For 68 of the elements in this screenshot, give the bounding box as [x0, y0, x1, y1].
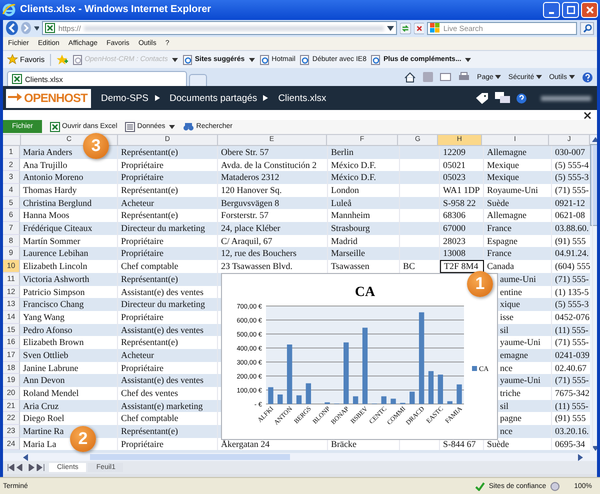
bar — [344, 342, 349, 404]
bar — [410, 392, 415, 404]
caret-icon — [169, 124, 176, 129]
bar — [447, 401, 452, 404]
caret-icon[interactable] — [465, 58, 472, 62]
web-page-icon — [371, 54, 382, 65]
bar — [428, 371, 434, 404]
maximize-button[interactable] — [562, 2, 579, 18]
bar — [286, 344, 292, 404]
horizontal-scrollbar[interactable] — [3, 453, 597, 462]
breadcrumb-link[interactable]: Documents partagés — [170, 92, 258, 104]
refresh-icon[interactable] — [400, 22, 411, 35]
tag-icon[interactable] — [475, 92, 489, 104]
close-icon — [586, 6, 594, 14]
home-icon[interactable] — [404, 72, 416, 83]
breadcrumb-link[interactable]: Clients.xlsx — [278, 92, 326, 104]
caret-icon[interactable] — [248, 58, 255, 62]
windows-logo-icon — [430, 23, 440, 34]
chat-icon[interactable] — [495, 92, 510, 104]
bar — [352, 396, 358, 404]
bar — [278, 394, 283, 404]
chart-title: CA — [354, 284, 376, 300]
maximize-icon — [566, 6, 574, 14]
web-page-icon — [260, 54, 270, 65]
excel-file-icon — [45, 23, 56, 34]
star-icon — [7, 54, 18, 66]
stop-icon[interactable] — [414, 22, 424, 35]
new-tab-button[interactable] — [189, 74, 207, 86]
caret-icon — [569, 75, 575, 80]
minimize-button[interactable] — [543, 2, 560, 18]
arrow-icon — [8, 93, 22, 104]
chevron-icon — [154, 95, 160, 102]
close-button[interactable] — [581, 2, 598, 18]
chevron-icon — [263, 95, 268, 102]
bar — [296, 395, 302, 404]
web-page-icon — [182, 54, 193, 65]
web-page-icon — [72, 54, 83, 65]
close-icon[interactable] — [584, 112, 591, 119]
search-button[interactable] — [580, 22, 594, 35]
caret-icon — [495, 75, 502, 80]
add-favorite-icon[interactable] — [56, 54, 68, 66]
mail-icon[interactable] — [440, 73, 452, 82]
bar — [456, 384, 462, 404]
sheet-navigation-icon[interactable] — [7, 464, 47, 472]
scroll-left-icon[interactable] — [23, 454, 28, 461]
bar — [438, 374, 444, 404]
minimize-icon — [549, 12, 554, 14]
bar — [381, 396, 386, 404]
scroll-right-icon[interactable] — [578, 454, 583, 461]
binoculars-icon — [183, 122, 194, 132]
caret-icon[interactable] — [34, 26, 40, 31]
search-icon — [582, 24, 592, 33]
ie-logo-icon — [2, 2, 16, 17]
globe-icon[interactable] — [550, 482, 560, 491]
bar — [390, 398, 396, 404]
web-page-icon — [300, 54, 310, 65]
caret-icon — [536, 75, 542, 80]
breadcrumb-link[interactable]: Demo-SPS — [101, 92, 149, 104]
help-icon[interactable] — [516, 92, 527, 104]
bar — [268, 387, 274, 404]
printer-icon[interactable] — [458, 72, 470, 82]
table-cell: 13008 — [440, 247, 484, 260]
caret-icon[interactable] — [386, 26, 394, 31]
checkmark-icon — [474, 482, 485, 491]
window-title: Clients.xlsx - Windows Internet Explorer — [20, 4, 212, 16]
back-button[interactable] — [6, 21, 18, 36]
bar — [306, 383, 312, 404]
excel-file-icon — [12, 74, 22, 84]
